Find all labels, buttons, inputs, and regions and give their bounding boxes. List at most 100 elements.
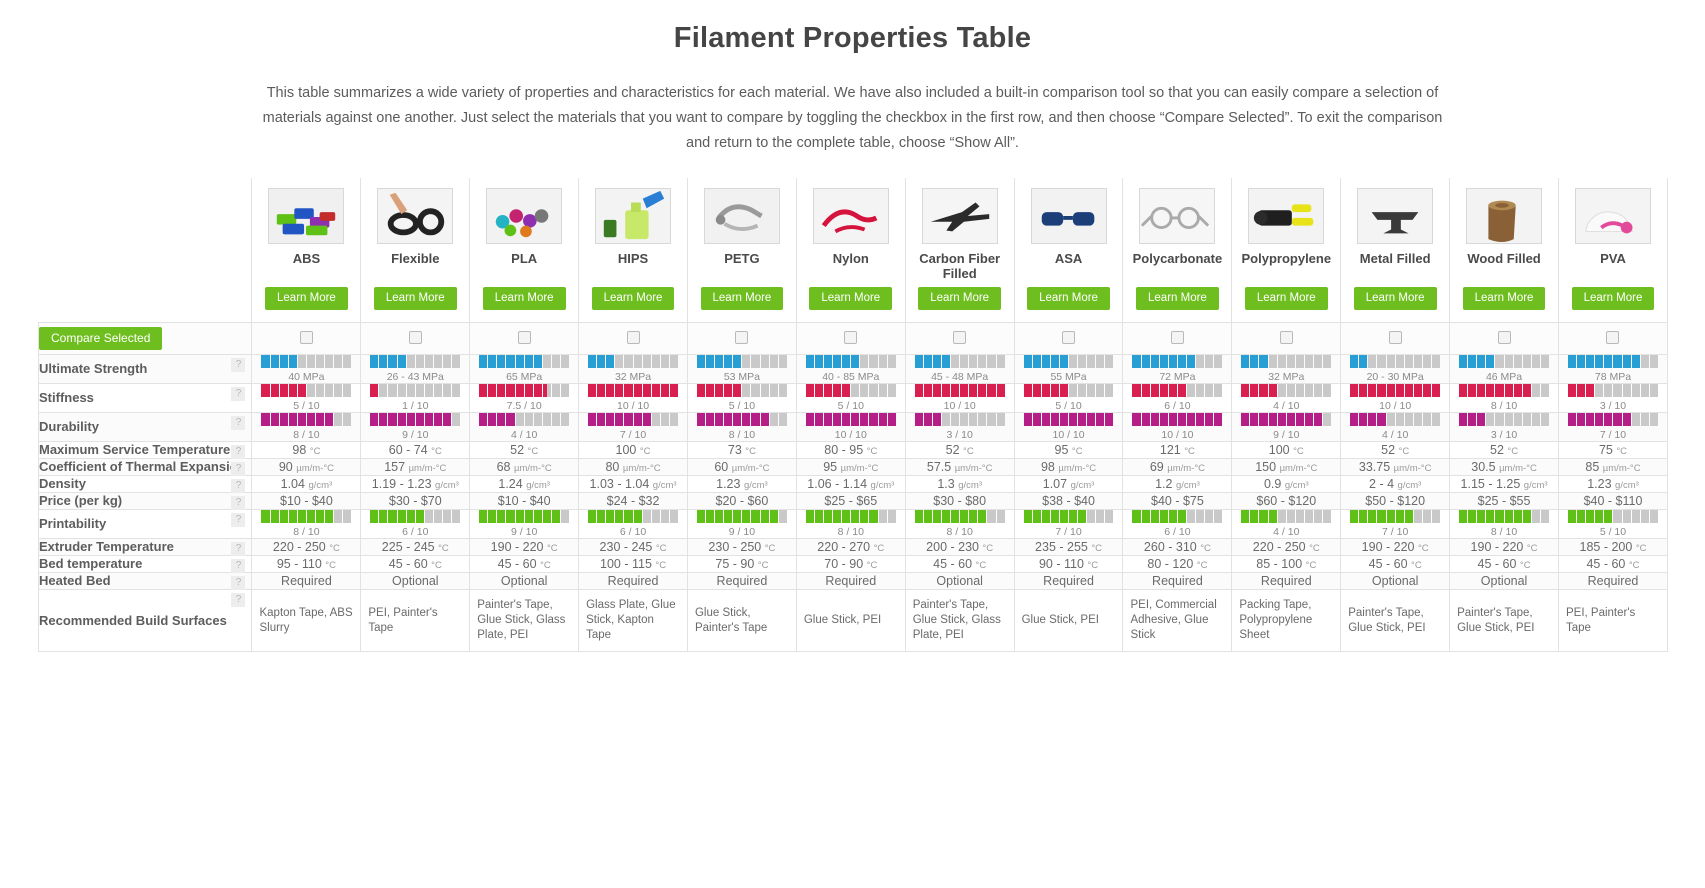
bar-segment-empty (1531, 355, 1540, 368)
compare-checkbox[interactable] (626, 330, 640, 344)
rating-bar-cell: 72 MPa (1122, 354, 1233, 384)
bar-segment (1350, 413, 1359, 426)
property-text-cell: Glue Stick, PEI (1013, 589, 1124, 652)
compare-checkbox[interactable] (1279, 330, 1293, 344)
value-unit: °C (1616, 446, 1628, 457)
value-number: 70 - 90 (824, 557, 864, 571)
bar-segment-empty (1096, 384, 1105, 397)
property-value-cell: 30.5 µm/m-°C (1449, 458, 1559, 476)
bar-segment-empty (769, 355, 778, 368)
compare-checkbox-cell[interactable] (686, 322, 797, 355)
learn-more-button[interactable]: Learn More (700, 287, 784, 310)
value-number: $38 - $40 (1042, 494, 1095, 508)
bar-segment (1622, 355, 1631, 368)
bar-segment (1023, 510, 1032, 523)
compare-checkbox[interactable] (1606, 330, 1620, 344)
bar-segment (851, 510, 860, 523)
learn-more-button[interactable]: Learn More (809, 287, 893, 310)
compare-checkbox[interactable] (408, 330, 422, 344)
material-column-header: PETG Learn More (686, 178, 797, 323)
bar-segment-empty (334, 413, 343, 426)
compare-checkbox-cell[interactable] (1013, 322, 1124, 355)
rating-value: 8 / 10 (837, 526, 864, 538)
rating-bar (588, 355, 678, 368)
help-icon[interactable]: ? (231, 416, 246, 430)
compare-checkbox[interactable] (953, 330, 967, 344)
compare-checkbox[interactable] (1062, 330, 1076, 344)
rating-value: 9 / 10 (511, 526, 538, 538)
value-number: 98 (292, 443, 307, 457)
learn-more-button[interactable]: Learn More (482, 287, 566, 310)
compare-checkbox-cell[interactable] (578, 322, 688, 355)
learn-more-button[interactable]: Learn More (1244, 287, 1328, 310)
help-icon[interactable]: ? (231, 576, 246, 590)
learn-more-button[interactable]: Learn More (918, 287, 1002, 310)
compare-checkbox-cell[interactable] (469, 322, 580, 355)
compare-checkbox-cell[interactable] (251, 322, 362, 355)
bar-segment (1141, 355, 1150, 368)
help-icon[interactable]: ? (231, 593, 246, 607)
help-icon[interactable]: ? (231, 445, 246, 459)
compare-checkbox-cell[interactable] (1449, 322, 1559, 355)
bar-segment (1522, 510, 1531, 523)
compare-checkbox-cell[interactable] (1340, 322, 1451, 355)
rating-bar (1132, 510, 1223, 523)
help-icon[interactable]: ? (231, 559, 246, 573)
bar-segment (1032, 510, 1041, 523)
compare-checkbox-cell[interactable] (795, 322, 906, 355)
compare-checkbox[interactable] (1388, 330, 1402, 344)
compare-checkbox[interactable] (735, 330, 749, 344)
bar-segment (1050, 384, 1059, 397)
rating-bar-cell: 4 / 10 (469, 412, 580, 442)
bar-segment (1577, 510, 1586, 523)
help-icon[interactable]: ? (231, 479, 246, 493)
compare-checkbox-cell[interactable] (1557, 322, 1669, 355)
bar-segment (1432, 384, 1441, 397)
learn-more-button[interactable]: Learn More (265, 287, 348, 310)
learn-more-button[interactable]: Learn More (1027, 287, 1110, 310)
help-icon[interactable]: ? (231, 387, 246, 401)
bar-segment (941, 510, 951, 523)
learn-more-button[interactable]: Learn More (591, 287, 675, 310)
rating-value: 7 / 10 (1382, 526, 1409, 538)
bar-segment (1613, 355, 1622, 368)
learn-more-button[interactable]: Learn More (373, 287, 457, 310)
compare-checkbox-cell[interactable] (1122, 322, 1233, 355)
learn-more-button[interactable]: Learn More (1571, 287, 1655, 310)
bar-segment (1395, 510, 1404, 523)
rating-bar-cell: 6 / 10 (1122, 383, 1233, 413)
bar-segment-empty (1649, 510, 1658, 523)
learn-more-button[interactable]: Learn More (1353, 287, 1437, 310)
compare-checkbox[interactable] (517, 330, 531, 344)
property-value-cell: 121 °C (1122, 441, 1233, 459)
value-unit: °C (963, 446, 974, 457)
help-icon[interactable]: ? (231, 513, 246, 527)
help-icon[interactable]: ? (231, 462, 246, 476)
value-unit: °C (975, 560, 987, 571)
help-icon[interactable]: ? (231, 542, 246, 556)
compare-checkbox-cell[interactable] (360, 322, 471, 355)
bar-segment (297, 510, 306, 523)
bar-segment (1059, 510, 1069, 523)
compare-checkbox[interactable] (1497, 330, 1511, 344)
learn-more-button[interactable]: Learn More (1136, 287, 1219, 310)
bar-segment (923, 355, 932, 368)
help-icon[interactable]: ? (231, 496, 246, 510)
value-unit: µm/m-°C (296, 463, 334, 474)
compare-checkbox-cell[interactable] (904, 322, 1015, 355)
compare-selected-button[interactable]: Compare Selected (39, 327, 163, 350)
compare-checkbox-cell[interactable] (1231, 322, 1342, 355)
help-icon[interactable]: ? (231, 358, 246, 372)
value-unit: °C (1196, 560, 1208, 571)
value-number: Optional (500, 574, 548, 588)
learn-more-button[interactable]: Learn More (1462, 287, 1546, 310)
compare-checkbox[interactable] (299, 330, 313, 344)
bar-segment (497, 355, 506, 368)
compare-checkbox[interactable] (1170, 330, 1184, 344)
bar-segment-empty (1386, 413, 1395, 426)
rating-bar (914, 355, 1005, 368)
value-unit: µm/m-°C (513, 463, 552, 474)
bar-segment-empty (987, 355, 996, 368)
bar-segment-empty (1531, 384, 1540, 397)
compare-checkbox[interactable] (844, 330, 858, 344)
